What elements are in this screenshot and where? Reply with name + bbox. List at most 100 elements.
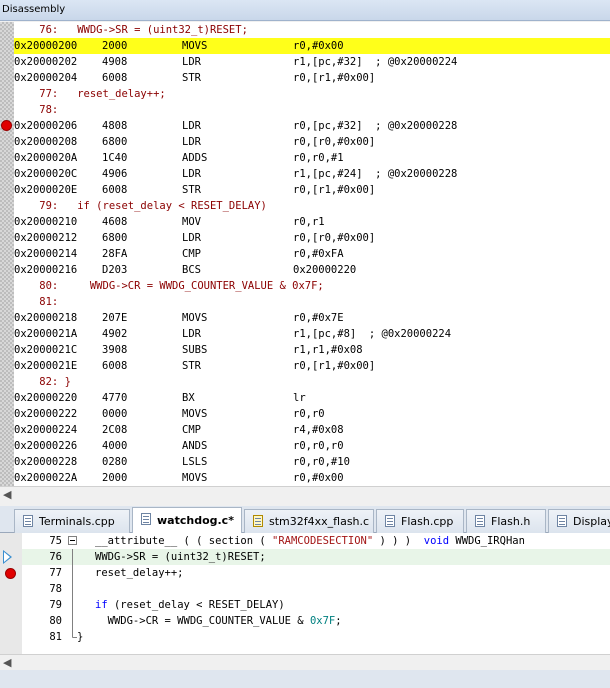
instruction-row[interactable]: 0x20000214 28FA CMP r0,#0xFA <box>14 246 610 262</box>
mnemonic: MOV <box>182 216 201 228</box>
tab-flash-cpp[interactable]: Flash.cpp <box>376 509 464 533</box>
instruction-row[interactable]: 0x20000216 D203 BCS 0x20000220 <box>14 262 610 278</box>
mnemonic: LDR <box>182 232 201 244</box>
mnemonic: MOVS <box>182 312 208 324</box>
editor-line-77[interactable]: 77 reset_delay++; <box>22 565 610 581</box>
opcode: 2000 <box>102 40 128 52</box>
instruction-row[interactable]: 0x20000212 6800 LDR r0,[r0,#0x00] <box>14 230 610 246</box>
opcode: 4808 <box>102 120 128 132</box>
operands: r0,[r1,#0x00] <box>293 360 376 372</box>
source-editor[interactable]: 75 __attribute__ ( ( section ( "RAMCODES… <box>0 533 610 654</box>
source-line[interactable]: 82: } <box>14 374 610 390</box>
instruction-row[interactable]: 0x20000202 4908 LDR r1,[pc,#32] ; @0x200002… <box>14 54 610 70</box>
editor-line-78[interactable]: 78 <box>22 581 610 597</box>
file-icon <box>23 515 33 527</box>
instruction-row[interactable]: 0x20000204 6008 STR r0,[r1,#0x00] <box>14 70 610 86</box>
instruction-row[interactable]: 0x20000218 207E MOVS r0,#0x7E <box>14 310 610 326</box>
code-text: } <box>77 631 84 643</box>
editor-line-79[interactable]: 79 if (reset_delay < RESET_DELAY) <box>22 597 610 613</box>
operands: r0,r0 <box>293 408 325 420</box>
tab-display[interactable]: Display <box>548 509 610 533</box>
instruction-row[interactable]: 0x20000228 0280 LSLS r0,r0,#10 <box>14 454 610 470</box>
file-warning-icon <box>253 515 263 527</box>
tab-watchdog-c[interactable]: watchdog.c* <box>132 507 242 533</box>
instruction-row[interactable]: 0x2000021C 3908 SUBS r1,r1,#0x08 <box>14 342 610 358</box>
operands: r0,r0,#1 <box>293 152 344 164</box>
file-icon <box>557 515 567 527</box>
breakpoint-icon[interactable] <box>1 120 12 131</box>
mnemonic: CMP <box>182 424 201 436</box>
instruction-row[interactable]: 0x2000021A 4902 LDR r1,[pc,#8] ; @0x2000022… <box>14 326 610 342</box>
mnemonic: STR <box>182 184 201 196</box>
collapse-icon[interactable] <box>67 533 79 549</box>
line-number: 81 <box>49 631 62 643</box>
opcode: 3908 <box>102 344 128 356</box>
opcode: 1C40 <box>102 152 128 164</box>
file-icon <box>475 515 485 527</box>
editor-horizontal-scrollbar[interactable]: ◀ <box>0 654 610 670</box>
operands: r1,[pc,#8] ; @0x20000224 <box>293 328 452 340</box>
window-title: Disassembly <box>2 4 66 15</box>
instruction-row[interactable]: 0x20000208 6800 LDR r0,[r0,#0x00] <box>14 134 610 150</box>
operands: r1,[pc,#24] ; @0x20000228 <box>293 168 458 180</box>
disassembly-horizontal-scrollbar[interactable]: ◀ <box>0 486 610 502</box>
instruction-row[interactable]: 0x2000021E 6008 STR r0,[r1,#0x00] <box>14 358 610 374</box>
address: 0x20000224 <box>14 424 78 436</box>
file-icon <box>141 513 151 525</box>
tab-flash-h[interactable]: Flash.h <box>466 509 546 533</box>
editor-line-81[interactable]: 81 } <box>22 629 610 645</box>
opcode: 4902 <box>102 328 128 340</box>
editor-line-75[interactable]: 75 __attribute__ ( ( section ( "RAMCODES… <box>22 533 610 549</box>
instruction-row[interactable]: 0x20000226 4000 ANDS r0,r0,r0 <box>14 438 610 454</box>
editor-line-80[interactable]: 80 WWDG->CR = WWDG_COUNTER_VALUE & 0x7F; <box>22 613 610 629</box>
operands: r4,#0x08 <box>293 424 344 436</box>
source-text: 78: <box>14 104 59 116</box>
line-number: 76 <box>49 551 62 563</box>
instruction-row[interactable]: 0x20000222 0000 MOVS r0,r0 <box>14 406 610 422</box>
scroll-left-icon[interactable]: ◀ <box>3 656 11 669</box>
instruction-row[interactable]: 0x20000200 2000 MOVS r0,#0x00 <box>14 38 610 54</box>
opcode: 0000 <box>102 408 128 420</box>
fold-guide <box>67 581 79 597</box>
instruction-row[interactable]: 0x2000020C 4906 LDR r1,[pc,#24] ; @0x200002… <box>14 166 610 182</box>
editor-line-76[interactable]: 76 WWDG->SR = (uint32_t)RESET; <box>22 549 610 565</box>
tab-stm32f4xx-flash-c[interactable]: stm32f4xx_flash.c <box>244 509 374 533</box>
source-line[interactable]: 80: WWDG->CR = WWDG_COUNTER_VALUE & 0x7F… <box>14 278 610 294</box>
scroll-left-icon[interactable]: ◀ <box>3 488 11 501</box>
tab-label: Flash.h <box>491 515 531 528</box>
instruction-row[interactable]: 0x20000206 4808 LDR r0,[pc,#32] ; @0x200002… <box>14 118 610 134</box>
address: 0x2000022A <box>14 472 78 484</box>
current-line-arrow-inner <box>4 552 10 562</box>
source-text: 77: reset_delay++; <box>14 88 166 100</box>
operands: r0,[r1,#0x00] <box>293 72 376 84</box>
instruction-row[interactable]: 0x2000020A 1C40 ADDS r0,r0,#1 <box>14 150 610 166</box>
source-line[interactable]: 77: reset_delay++; <box>14 86 610 102</box>
address: 0x20000216 <box>14 264 78 276</box>
source-line[interactable]: 79: if (reset_delay < RESET_DELAY) <box>14 198 610 214</box>
operands: r0,r1 <box>293 216 325 228</box>
disassembly-gutter[interactable] <box>0 22 14 486</box>
breakpoint-icon[interactable] <box>5 568 16 579</box>
source-line[interactable]: 78: <box>14 102 610 118</box>
fold-guide <box>67 565 79 581</box>
instruction-row[interactable]: 0x2000022A 2000 MOVS r0,#0x00 <box>14 470 610 486</box>
opcode: 6800 <box>102 136 128 148</box>
instruction-row[interactable]: 0x2000020E 6008 STR r0,[r1,#0x00] <box>14 182 610 198</box>
line-number: 80 <box>49 615 62 627</box>
instruction-row[interactable]: 0x20000210 4608 MOV r0,r1 <box>14 214 610 230</box>
editor-gutter[interactable] <box>0 533 22 654</box>
source-line[interactable]: 76: WWDG->SR = (uint32_t)RESET; <box>14 22 610 38</box>
address: 0x2000020A <box>14 152 78 164</box>
address: 0x20000208 <box>14 136 78 148</box>
tab-terminals-cpp[interactable]: Terminals.cpp <box>14 509 130 533</box>
source-line[interactable]: 81: <box>14 294 610 310</box>
instruction-row[interactable]: 0x20000220 4770 BX lr <box>14 390 610 406</box>
disassembly-pane[interactable]: 76: WWDG->SR = (uint32_t)RESET; 0x2000020… <box>0 22 610 486</box>
instruction-row[interactable]: 0x20000224 2C08 CMP r4,#0x08 <box>14 422 610 438</box>
tab-label: Flash.cpp <box>401 515 454 528</box>
editor-tab-bar: Terminals.cpp watchdog.c* stm32f4xx_flash.… <box>0 506 610 533</box>
line-number: 79 <box>49 599 62 611</box>
operands: r0,#0x00 <box>293 40 344 52</box>
mnemonic: LDR <box>182 120 201 132</box>
mnemonic: ANDS <box>182 440 208 452</box>
